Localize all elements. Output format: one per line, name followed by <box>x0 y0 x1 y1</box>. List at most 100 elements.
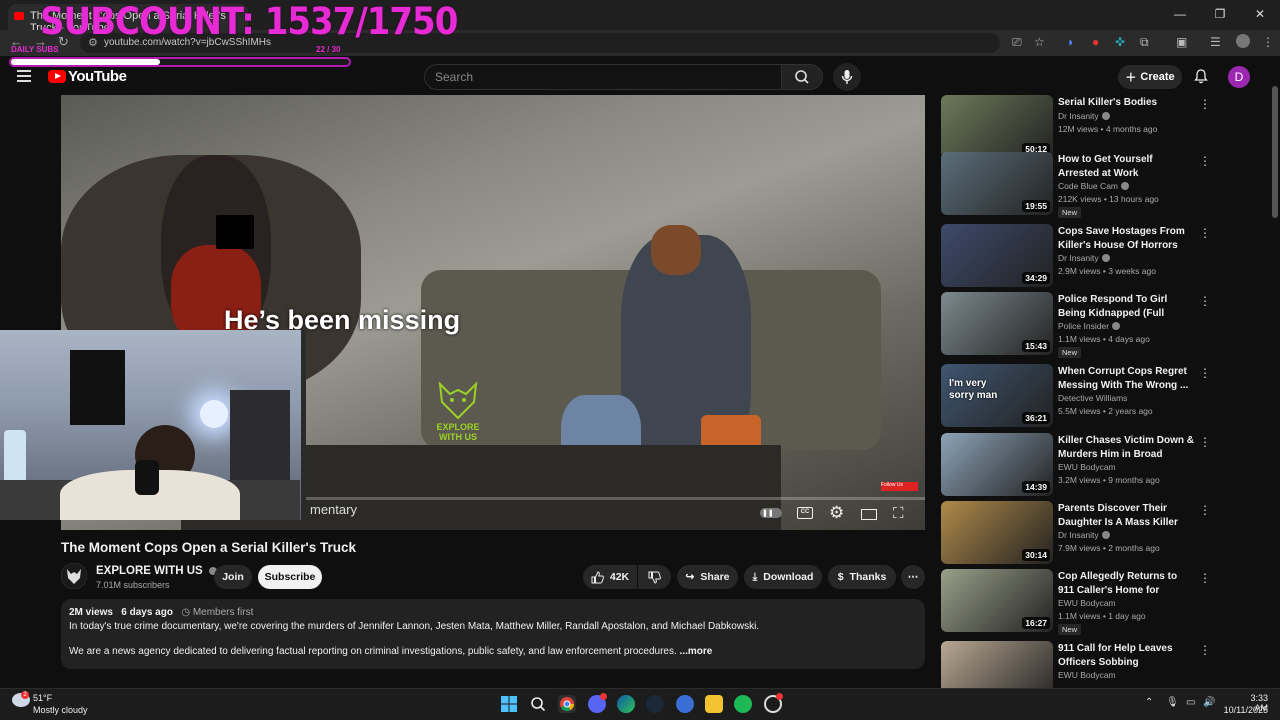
more-actions-button[interactable]: ⋯ <box>901 565 925 589</box>
app-icon[interactable] <box>676 695 694 713</box>
show-more-link[interactable]: ...more <box>680 646 713 657</box>
recommendation-title[interactable]: Cop Allegedly Returns to 911 Caller's Ho… <box>1058 570 1194 597</box>
spotify-icon[interactable] <box>734 695 752 713</box>
recommendation-title[interactable]: When Corrupt Cops Regret Messing With Th… <box>1058 365 1194 392</box>
recommendation-title[interactable]: How to Get Yourself Arrested at Work <box>1058 153 1194 180</box>
fullscreen-icon[interactable]: ⛶ <box>893 505 904 522</box>
recommendation-item[interactable]: I'm very sorry man 36:21 When Corrupt Cops… <box>941 364 1221 428</box>
weather-temperature[interactable]: 51°F <box>33 693 52 703</box>
recommendation-channel[interactable]: EWU Bodycam <box>1058 462 1116 472</box>
recommendation-thumbnail[interactable]: 14:39 <box>941 433 1053 496</box>
notifications-bell-icon[interactable] <box>1193 68 1209 84</box>
recommendation-title[interactable]: 911 Call for Help Leaves Officers Sobbin… <box>1058 642 1194 669</box>
extensions-puzzle-icon[interactable]: ⧉ <box>1140 35 1149 50</box>
settings-gear-icon[interactable]: ⚙ <box>829 503 844 523</box>
theater-mode-icon[interactable] <box>861 509 877 520</box>
recommendation-channel[interactable]: Dr Insanity <box>1058 530 1110 540</box>
captions-icon[interactable]: CC <box>797 507 813 519</box>
edge-icon[interactable] <box>617 695 635 713</box>
thanks-button[interactable]: $ Thanks <box>828 565 896 589</box>
recommendation-channel[interactable]: Code Blue Cam <box>1058 181 1130 191</box>
more-options-icon[interactable]: ⋮ <box>1199 643 1211 657</box>
voice-search-button[interactable] <box>833 63 861 91</box>
chrome-icon[interactable] <box>558 695 576 713</box>
reading-list-icon[interactable]: ☰ <box>1210 35 1221 49</box>
youtube-logo-text[interactable]: YouTube <box>68 68 127 85</box>
extension-icon[interactable]: ◗ <box>1067 35 1074 49</box>
recommendation-item[interactable]: 15:43 Police Respond To Girl Being Kidnap… <box>941 292 1221 358</box>
restore-icon[interactable]: ❐ <box>1200 0 1240 28</box>
recommendation-item[interactable]: 14:39 Killer Chases Victim Down & Murders… <box>941 433 1221 497</box>
cast-icon[interactable]: ⎚ <box>1012 35 1022 50</box>
extension-icon[interactable]: ✜ <box>1115 35 1125 49</box>
weather-description[interactable]: Mostly cloudy <box>33 705 88 715</box>
recommendation-item[interactable]: 19:55 How to Get Yourself Arrested at Wor… <box>941 152 1221 218</box>
recommendation-title[interactable]: Parents Discover Their Daughter Is A Mas… <box>1058 502 1194 529</box>
like-button[interactable]: 42K <box>583 565 637 589</box>
recommendation-item[interactable]: 16:27 Cop Allegedly Returns to 911 Caller… <box>941 569 1221 635</box>
start-windows-icon[interactable] <box>500 695 518 713</box>
search-box[interactable] <box>424 64 782 90</box>
recommendation-channel[interactable]: EWU Bodycam <box>1058 670 1116 680</box>
more-options-icon[interactable]: ⋮ <box>1199 366 1211 380</box>
profile-icon[interactable] <box>1236 34 1250 48</box>
recommendation-channel[interactable]: Dr Insanity <box>1058 253 1110 263</box>
subscribe-button[interactable]: Subscribe <box>258 565 322 589</box>
more-options-icon[interactable]: ⋮ <box>1199 97 1211 111</box>
bookmark-star-icon[interactable]: ☆ <box>1034 35 1045 49</box>
recommendation-title[interactable]: Killer Chases Victim Down & Murders Him … <box>1058 434 1194 461</box>
recommendation-thumbnail[interactable]: 34:29 <box>941 224 1053 287</box>
extension-icon[interactable]: ● <box>1092 35 1099 49</box>
recommendation-title[interactable]: Serial Killer's Bodies <box>1058 96 1194 110</box>
recommendation-thumbnail[interactable]: I'm very sorry man 36:21 <box>941 364 1053 427</box>
minimize-icon[interactable]: — <box>1160 0 1200 28</box>
more-options-icon[interactable]: ⋮ <box>1199 435 1211 449</box>
autoplay-toggle[interactable]: ❚❚ <box>760 508 782 518</box>
channel-name[interactable]: EXPLORE WITH US <box>96 565 217 577</box>
recommendation-thumbnail[interactable]: 50:12 <box>941 95 1053 158</box>
more-options-icon[interactable]: ⋮ <box>1199 226 1211 240</box>
recommendation-title[interactable]: Police Respond To Girl Being Kidnapped (… <box>1058 293 1194 320</box>
recommendation-channel[interactable]: Police Insider <box>1058 321 1121 331</box>
more-options-icon[interactable]: ⋮ <box>1199 503 1211 517</box>
file-explorer-icon[interactable] <box>705 695 723 713</box>
recommendation-title[interactable]: Cops Save Hostages From Killer's House O… <box>1058 225 1194 252</box>
search-button[interactable] <box>781 64 823 90</box>
network-icon[interactable]: ▭ <box>1186 697 1195 708</box>
sidebar-icon[interactable]: ▣ <box>1176 35 1187 49</box>
recommendation-channel[interactable]: Dr Insanity <box>1058 111 1110 121</box>
youtube-logo-icon[interactable] <box>48 70 66 83</box>
recommendation-thumbnail[interactable]: 15:43 <box>941 292 1053 355</box>
recommendation-channel[interactable]: EWU Bodycam <box>1058 598 1116 608</box>
microphone-tray-icon[interactable]: 🎙 <box>1166 697 1179 708</box>
hamburger-menu-icon[interactable] <box>17 70 31 82</box>
more-options-icon[interactable]: ⋮ <box>1199 571 1211 585</box>
menu-kebab-icon[interactable]: ⋮ <box>1262 35 1274 49</box>
more-options-icon[interactable]: ⋮ <box>1199 154 1211 168</box>
taskbar-search-icon[interactable] <box>529 695 547 713</box>
recommendation-item[interactable]: 30:14 Parents Discover Their Daughter Is … <box>941 501 1221 565</box>
join-button[interactable]: Join <box>214 565 252 589</box>
more-options-icon[interactable]: ⋮ <box>1199 294 1211 308</box>
search-input[interactable] <box>425 65 781 89</box>
dislike-button[interactable] <box>638 565 671 589</box>
recommendation-item[interactable]: 50:12 Serial Killer's Bodies Dr Insanity 12… <box>941 95 1221 159</box>
download-button[interactable]: ⤓ Download <box>744 565 822 589</box>
channel-avatar[interactable] <box>61 563 87 589</box>
share-button[interactable]: ↪ Share <box>677 565 738 589</box>
steam-icon[interactable] <box>646 695 664 713</box>
volume-icon[interactable]: 🔊 <box>1203 697 1215 708</box>
recommendation-item[interactable]: 34:29 Cops Save Hostages From Killer's Ho… <box>941 224 1221 288</box>
account-avatar[interactable]: D <box>1228 66 1250 88</box>
tray-chevron-up-icon[interactable]: ⌃ <box>1145 697 1153 708</box>
recommendation-thumbnail[interactable]: 30:14 <box>941 501 1053 564</box>
recommendation-thumbnail[interactable]: 19:55 <box>941 152 1053 215</box>
recommendation-thumbnail[interactable]: 16:27 <box>941 569 1053 632</box>
page-scrollbar[interactable] <box>1272 86 1278 218</box>
recommendation-channel[interactable]: Detective Williams <box>1058 393 1127 403</box>
description-box[interactable]: 2M views 6 days ago ◷ Members first In t… <box>61 599 925 669</box>
clock-date[interactable]: 10/11/2025 <box>1222 705 1268 715</box>
create-button[interactable]: ＋ Create <box>1118 65 1182 89</box>
close-icon[interactable]: ✕ <box>1240 0 1280 28</box>
chapter-title[interactable]: mentary <box>310 502 357 517</box>
